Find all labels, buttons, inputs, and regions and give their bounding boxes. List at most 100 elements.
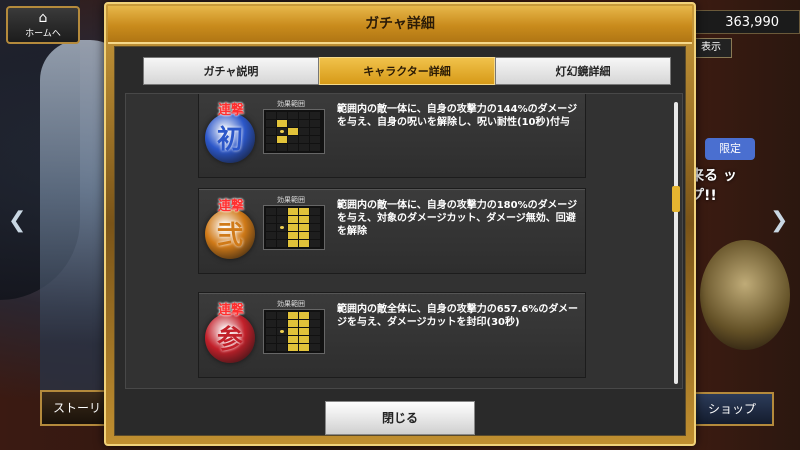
- skill-description: 範囲内の敵全体に、自身の攻撃力の657.6%のダメージを与え、ダメージカットを封…: [337, 304, 579, 328]
- grid-cell: [266, 320, 276, 327]
- chevron-right-icon[interactable]: ❯: [770, 208, 788, 233]
- grid-cell: [266, 336, 276, 343]
- grid-cell: [299, 224, 309, 231]
- grid-cell: [299, 312, 309, 319]
- grid-cell: [310, 112, 320, 119]
- skill-card: 連撃参 効果範囲 範囲内の敵全体に、自身の攻撃力の657.6%のダメージを与え、ダメ…: [198, 292, 586, 378]
- grid-cell: [288, 112, 298, 119]
- grid-cell: [266, 136, 276, 143]
- grid-cell: [299, 344, 309, 351]
- grid-cell: [288, 320, 298, 327]
- scrollbar-track[interactable]: [674, 102, 678, 384]
- grid-cell: [288, 136, 298, 143]
- modal-title-bar: ガチャ詳細: [108, 6, 692, 44]
- grid-cell: [266, 112, 276, 119]
- grid-cell: [266, 344, 276, 351]
- grid-cell: [288, 128, 298, 135]
- grid-cell: [288, 240, 298, 247]
- grid-cell: [266, 328, 276, 335]
- grid-cell: [266, 216, 276, 223]
- grid-cell-self: [277, 224, 287, 231]
- grid-cell-self: [277, 128, 287, 135]
- badge-top-label: 連撃: [217, 303, 244, 318]
- grid-cell: [277, 208, 287, 215]
- story-button[interactable]: ストーリ: [40, 390, 114, 426]
- grid-cell: [288, 224, 298, 231]
- grid-cell: [310, 328, 320, 335]
- grid-cell: [310, 144, 320, 151]
- grid-cell: [310, 312, 320, 319]
- grid-cell: [299, 144, 309, 151]
- badge-main-label: 弐: [216, 221, 243, 251]
- grid-cell: [299, 208, 309, 215]
- grid-cell: [266, 208, 276, 215]
- effect-range: 効果範囲: [263, 99, 333, 154]
- grid-cell: [277, 312, 287, 319]
- skill-card: 連撃弐 効果範囲 範囲内の敵一体に、自身の攻撃力の180%のダメージを与え、対象のダ…: [198, 188, 586, 274]
- display-button[interactable]: 表示: [690, 38, 732, 58]
- close-button[interactable]: 閉じる: [325, 401, 475, 435]
- effect-range-label: 効果範囲: [277, 300, 305, 308]
- effect-range-label: 効果範囲: [277, 100, 305, 108]
- grid-cell: [310, 232, 320, 239]
- gacha-detail-modal: ガチャ詳細 ガチャ説明 キャラクター詳細 灯幻鏡詳細 連撃初効果範囲 範囲内の敵一…: [104, 2, 696, 446]
- grid-cell: [288, 312, 298, 319]
- modal-body: ガチャ説明 キャラクター詳細 灯幻鏡詳細 連撃初効果範囲 範囲内の敵一体に、自身の…: [114, 46, 686, 436]
- grid-cell: [288, 344, 298, 351]
- grid-cell: [288, 208, 298, 215]
- grid-cell: [310, 136, 320, 143]
- grid-cell: [310, 320, 320, 327]
- grid-cell: [310, 120, 320, 127]
- grid-cell: [299, 336, 309, 343]
- home-button[interactable]: ⌂ ホームへ: [6, 6, 80, 44]
- grid-cell: [310, 240, 320, 247]
- grid-cell: [266, 144, 276, 151]
- grid-cell: [299, 216, 309, 223]
- skill-badge-icon: 連撃初: [203, 99, 259, 171]
- grid-cell: [299, 120, 309, 127]
- modal-title: ガチャ詳細: [365, 16, 435, 32]
- effect-range: 効果範囲: [263, 299, 333, 354]
- home-label: ホームへ: [25, 29, 61, 39]
- effect-range: 効果範囲: [263, 195, 333, 250]
- grid-cell: [299, 328, 309, 335]
- skill-badge-icon: 連撃弐: [203, 195, 259, 267]
- grid-cell: [288, 120, 298, 127]
- home-icon: ⌂: [38, 10, 48, 26]
- grid-cell: [288, 232, 298, 239]
- grid-cell: [310, 224, 320, 231]
- grid-cell: [299, 136, 309, 143]
- banner-medal-art: [700, 240, 790, 350]
- grid-cell: [266, 120, 276, 127]
- badge-main-label: 初: [216, 125, 243, 155]
- grid-cell: [288, 328, 298, 335]
- grid-cell: [266, 232, 276, 239]
- grid-cell: [277, 112, 287, 119]
- grid-cell: [299, 112, 309, 119]
- shop-button[interactable]: ショップ: [690, 392, 774, 426]
- badge-top-label: 連撃: [217, 199, 244, 214]
- grid-cell: [310, 128, 320, 135]
- limited-badge: 限定: [705, 138, 755, 160]
- grid-cell: [299, 240, 309, 247]
- grid-cell: [310, 208, 320, 215]
- grid-cell: [266, 224, 276, 231]
- tab-mirror-detail[interactable]: 灯幻鏡詳細: [495, 57, 671, 85]
- effect-range-grid: [263, 205, 325, 250]
- grid-cell: [277, 232, 287, 239]
- grid-cell: [277, 344, 287, 351]
- chevron-left-icon[interactable]: ❮: [8, 208, 26, 233]
- grid-cell: [310, 216, 320, 223]
- tab-gacha-description[interactable]: ガチャ説明: [143, 57, 319, 85]
- effect-range-grid: [263, 109, 325, 154]
- grid-cell: [277, 136, 287, 143]
- grid-cell: [310, 344, 320, 351]
- scrollbar-thumb[interactable]: [672, 186, 680, 212]
- grid-cell: [277, 336, 287, 343]
- tab-character-detail[interactable]: キャラクター詳細: [319, 57, 495, 85]
- grid-cell: [266, 312, 276, 319]
- grid-cell: [310, 336, 320, 343]
- skill-description: 範囲内の敵一体に、自身の攻撃力の144%のダメージを与え、自身の呪いを解除し、呪…: [337, 104, 578, 128]
- grid-cell: [299, 320, 309, 327]
- skill-list[interactable]: 連撃初効果範囲 範囲内の敵一体に、自身の攻撃力の144%のダメージを与え、自身の呪…: [125, 93, 683, 389]
